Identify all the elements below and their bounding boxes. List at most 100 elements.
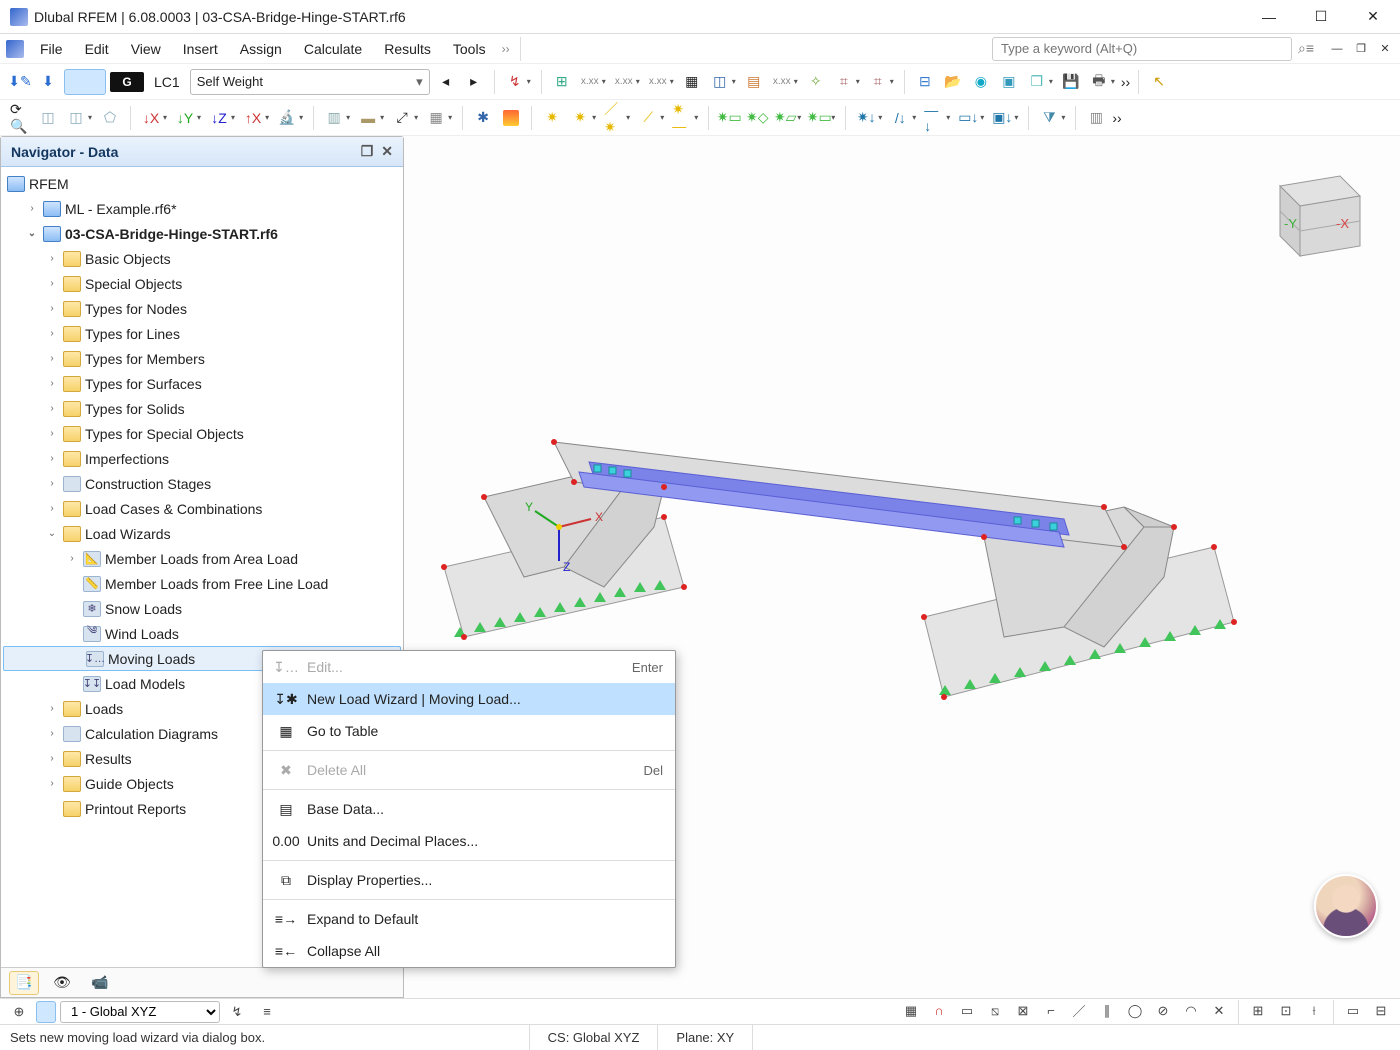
menu-file[interactable]: File [30, 37, 73, 61]
nav-tab-display[interactable]: 👁 [47, 971, 77, 995]
plate-icon[interactable]: ▬ [356, 105, 386, 131]
caret-icon[interactable]: › [45, 503, 59, 514]
context-menu-item[interactable]: 0.00 Units and Decimal Places... [263, 825, 675, 857]
member-new-icon[interactable]: ✷— [670, 105, 700, 131]
caret-icon[interactable]: › [45, 753, 59, 764]
refresh-view-icon[interactable]: ⟳🔍 [8, 105, 32, 131]
caret-icon[interactable]: › [45, 403, 59, 414]
fe-mesh-icon[interactable]: ✱ [471, 105, 495, 131]
open-project-icon[interactable]: ⊟ [913, 69, 937, 95]
nav-tab-views[interactable]: 📹 [85, 971, 115, 995]
pointer-icon[interactable]: ↖ [1147, 69, 1171, 95]
load-node-icon[interactable]: ✷↓ [854, 105, 884, 131]
show-loads-icon[interactable]: ↯ [503, 69, 533, 95]
render-mode-icon[interactable]: ▥ [322, 105, 352, 131]
color-swatch-icon[interactable] [64, 69, 106, 95]
tree-item[interactable]: 📏 Member Loads from Free Line Load [1, 571, 403, 596]
section-icon[interactable]: ◫ [708, 69, 738, 95]
clip-c-icon[interactable]: ⌗ [866, 69, 896, 95]
cs-apply-icon[interactable]: ↯ [224, 1001, 250, 1023]
dim-a-icon[interactable]: x.xx [578, 69, 608, 95]
colors-icon[interactable] [499, 105, 523, 131]
caret-icon[interactable]: › [45, 278, 59, 289]
caret-icon[interactable]: › [45, 428, 59, 439]
view-cube[interactable]: -Y -X [1250, 156, 1370, 276]
caret-icon[interactable]: › [45, 328, 59, 339]
context-menu-item[interactable]: ⧉ Display Properties... [263, 864, 675, 896]
filter-icon[interactable]: ⧩ [1037, 105, 1067, 131]
doc-restore-icon[interactable]: ❐ [1352, 40, 1370, 58]
doc-close-icon[interactable]: ✕ [1376, 40, 1394, 58]
tree-item[interactable]: ❄ Snow Loads [1, 596, 403, 621]
tree-construction-stages[interactable]: › Construction Stages [1, 471, 403, 496]
clip-a-icon[interactable]: ✧ [804, 69, 828, 95]
tree-item[interactable]: ༄ Wind Loads [1, 621, 403, 646]
snap-circle-icon[interactable]: ◯ [1122, 1000, 1148, 1022]
navigator-undock-icon[interactable]: ❐ [361, 143, 374, 160]
snap-diag-icon[interactable]: ⧅ [982, 1000, 1008, 1022]
render-icon[interactable]: ▦ [680, 69, 704, 95]
dim-b-icon[interactable]: x.xx [612, 69, 642, 95]
context-menu-item[interactable]: ↧✱ New Load Wizard | Moving Load... [263, 683, 675, 715]
cs-list-icon[interactable]: ≡ [254, 1001, 280, 1023]
snap-grid-icon[interactable]: ▦ [898, 1000, 924, 1022]
layers-icon[interactable]: ❒ [1025, 69, 1055, 95]
search-icon[interactable]: ⌕≡ [1298, 40, 1314, 57]
doc-minimize-icon[interactable]: — [1328, 40, 1346, 58]
new-loadcase-icon[interactable]: ⬇✎ [8, 69, 32, 95]
context-menu-item[interactable]: ▦ Go to Table [263, 715, 675, 747]
snap-grid2-icon[interactable]: ⊞ [1245, 1000, 1271, 1022]
menu-results[interactable]: Results [374, 37, 441, 61]
axis-y-icon[interactable]: ↓Y [173, 105, 203, 131]
print-icon[interactable]: 🖶 [1087, 69, 1117, 95]
coord-system-select[interactable]: 1 - Global XYZ [60, 1001, 220, 1023]
table-icon[interactable]: ▥ [1084, 105, 1108, 131]
load-solid-icon[interactable]: ▣↓ [990, 105, 1020, 131]
load-surface-icon[interactable]: ▭↓ [956, 105, 986, 131]
menu-assign[interactable]: Assign [230, 37, 292, 61]
iso-view-icon[interactable]: ◫ [36, 105, 60, 131]
snap-endpoint-icon[interactable]: ⊠ [1010, 1000, 1036, 1022]
plane-lock-icon[interactable]: ⊟ [1368, 1000, 1394, 1022]
caret-icon[interactable]: › [25, 203, 39, 214]
next-loadcase-icon[interactable]: ▸ [462, 69, 486, 95]
node-edit-icon[interactable]: ✷ [568, 105, 598, 131]
search-input[interactable] [992, 37, 1292, 61]
open-folder-icon[interactable]: 📂 [941, 69, 965, 95]
toolbar1-overflow[interactable]: ›› [1121, 74, 1130, 90]
axis-neg-x-icon[interactable]: ↑X [241, 105, 271, 131]
caret-icon[interactable]: › [65, 553, 79, 564]
toolbar2-overflow[interactable]: ›› [1112, 110, 1121, 126]
plane-xy-icon[interactable]: ▭ [1340, 1000, 1366, 1022]
surface-c-icon[interactable]: ✷▱ [773, 105, 803, 131]
minimize-button[interactable]: — [1252, 3, 1286, 31]
snap-dashed-icon[interactable]: ⊡ [1273, 1000, 1299, 1022]
menu-view[interactable]: View [121, 37, 171, 61]
results-icon[interactable]: ▤ [742, 69, 766, 95]
tree-folder[interactable]: › Types for Surfaces [1, 371, 403, 396]
view-list-icon[interactable]: ◫ [64, 105, 94, 131]
caret-icon[interactable]: › [45, 478, 59, 489]
clip-b-icon[interactable]: ⌗ [832, 69, 862, 95]
tree-folder[interactable]: › Special Objects [1, 271, 403, 296]
tree-root[interactable]: RFEM [1, 171, 403, 196]
loadcase-select[interactable]: Self Weight ▾ [190, 69, 430, 95]
snap-arc-icon[interactable]: ◠ [1178, 1000, 1204, 1022]
zoom-icon[interactable]: 🔬 [275, 105, 305, 131]
mesh-icon[interactable]: ⊞ [550, 69, 574, 95]
prev-loadcase-icon[interactable]: ◂ [434, 69, 458, 95]
tree-load-wizards[interactable]: ⌄ Load Wizards [1, 521, 403, 546]
tree-file-0[interactable]: › ML - Example.rf6* [1, 196, 403, 221]
snap-int-icon[interactable]: ✕ [1206, 1000, 1232, 1022]
snap-rect-icon[interactable]: ▭ [954, 1000, 980, 1022]
node-new-icon[interactable]: ✷ [540, 105, 564, 131]
maximize-button[interactable]: ☐ [1304, 3, 1338, 31]
tree-folder[interactable]: › Types for Members [1, 346, 403, 371]
snap-edge-icon[interactable]: ／ [1066, 1000, 1092, 1022]
grid-toggle-icon[interactable]: ▦ [424, 105, 454, 131]
caret-icon[interactable]: › [45, 353, 59, 364]
caret-icon[interactable]: › [45, 703, 59, 714]
surface-d-icon[interactable]: ✷▭ [807, 105, 837, 131]
context-menu-item[interactable]: ▤ Base Data... [263, 793, 675, 825]
persp-view-icon[interactable]: ⬠ [98, 105, 122, 131]
